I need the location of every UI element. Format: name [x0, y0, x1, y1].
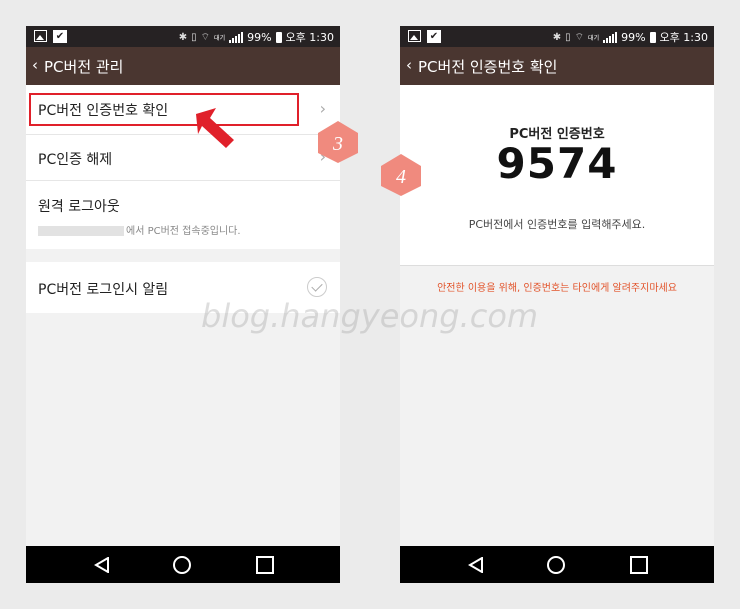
back-icon[interactable]: ‹ — [32, 56, 38, 74]
check-icon[interactable] — [307, 277, 327, 297]
menu-item-label: PC버전 로그인시 알림 — [38, 282, 169, 298]
status-bar: ✔ ✱ ▯ ⌔ 대기 99% 오후 1:30 — [400, 26, 714, 47]
watermark: blog.hangyeong.com — [201, 297, 539, 335]
page-title: PC버전 관리 — [44, 58, 124, 76]
menu-item-label: PC인증 해제 — [38, 152, 113, 168]
auth-code: 9574 — [496, 139, 618, 188]
image-icon — [408, 30, 421, 42]
blurred-device-name — [38, 226, 124, 236]
vibrate-icon: ▯ — [191, 31, 197, 43]
clock: 오후 1:30 — [659, 31, 708, 44]
nav-home-icon[interactable] — [547, 556, 565, 574]
image-icon — [34, 30, 47, 42]
app-icon: ✔ — [53, 30, 67, 43]
app-bar: ‹ PC버전 관리 — [26, 47, 340, 85]
menu-item-remote-logout[interactable]: 원격 로그아웃 에서 PC버전 접속중입니다. — [26, 181, 340, 249]
nav-recent-icon[interactable] — [630, 556, 648, 574]
highlight-box — [29, 93, 299, 126]
battery-level: 99% — [621, 30, 646, 44]
auth-code-card: PC버전 인증번호 9574 PC버전에서 인증번호를 입력해주세요. — [400, 85, 714, 266]
step-badge-4: 4 — [381, 154, 421, 196]
wifi-icon: ⌔ — [200, 31, 211, 43]
battery-level: 99% — [247, 30, 272, 44]
code-description: PC버전에서 인증번호를 입력해주세요. — [468, 218, 646, 231]
page-title: PC버전 인증번호 확인 — [418, 58, 558, 76]
chevron-right-icon: › — [319, 99, 326, 118]
back-icon[interactable]: ‹ — [406, 56, 412, 74]
step-badge-3: 3 — [318, 121, 358, 163]
wifi-label: 대기 — [588, 34, 600, 42]
security-warning: 안전한 이용을 위해, 인증번호는 타인에게 알려주지마세요 — [437, 283, 677, 294]
menu-item-subtitle: 에서 PC버전 접속중입니다. — [38, 222, 241, 237]
wifi-label: 대기 — [214, 34, 226, 42]
svg-text:4: 4 — [396, 166, 406, 188]
nav-back-icon[interactable] — [468, 557, 484, 573]
signal-icon — [603, 31, 618, 43]
app-bar: ‹ PC버전 인증번호 확인 — [400, 47, 714, 85]
nav-back-icon[interactable] — [94, 557, 110, 573]
nav-recent-icon[interactable] — [256, 556, 274, 574]
svg-text:3: 3 — [332, 133, 343, 155]
signal-icon — [229, 31, 244, 43]
nav-bar — [26, 546, 340, 583]
menu-item-unauth[interactable]: PC인증 해제 › — [26, 135, 340, 180]
bluetooth-icon: ✱ — [552, 31, 562, 43]
pointer-arrow-icon — [196, 108, 234, 148]
vibrate-icon: ▯ — [565, 31, 571, 43]
battery-icon — [649, 31, 656, 43]
nav-home-icon[interactable] — [173, 556, 191, 574]
menu-item-label: 원격 로그아웃 — [38, 199, 120, 215]
bluetooth-icon: ✱ — [178, 31, 188, 43]
wifi-icon: ⌔ — [574, 31, 585, 43]
nav-bar — [400, 546, 714, 583]
battery-icon — [275, 31, 282, 43]
status-bar: ✔ ✱ ▯ ⌔ 대기 99% 오후 1:30 — [26, 26, 340, 47]
clock: 오후 1:30 — [285, 31, 334, 44]
app-icon: ✔ — [427, 30, 441, 43]
